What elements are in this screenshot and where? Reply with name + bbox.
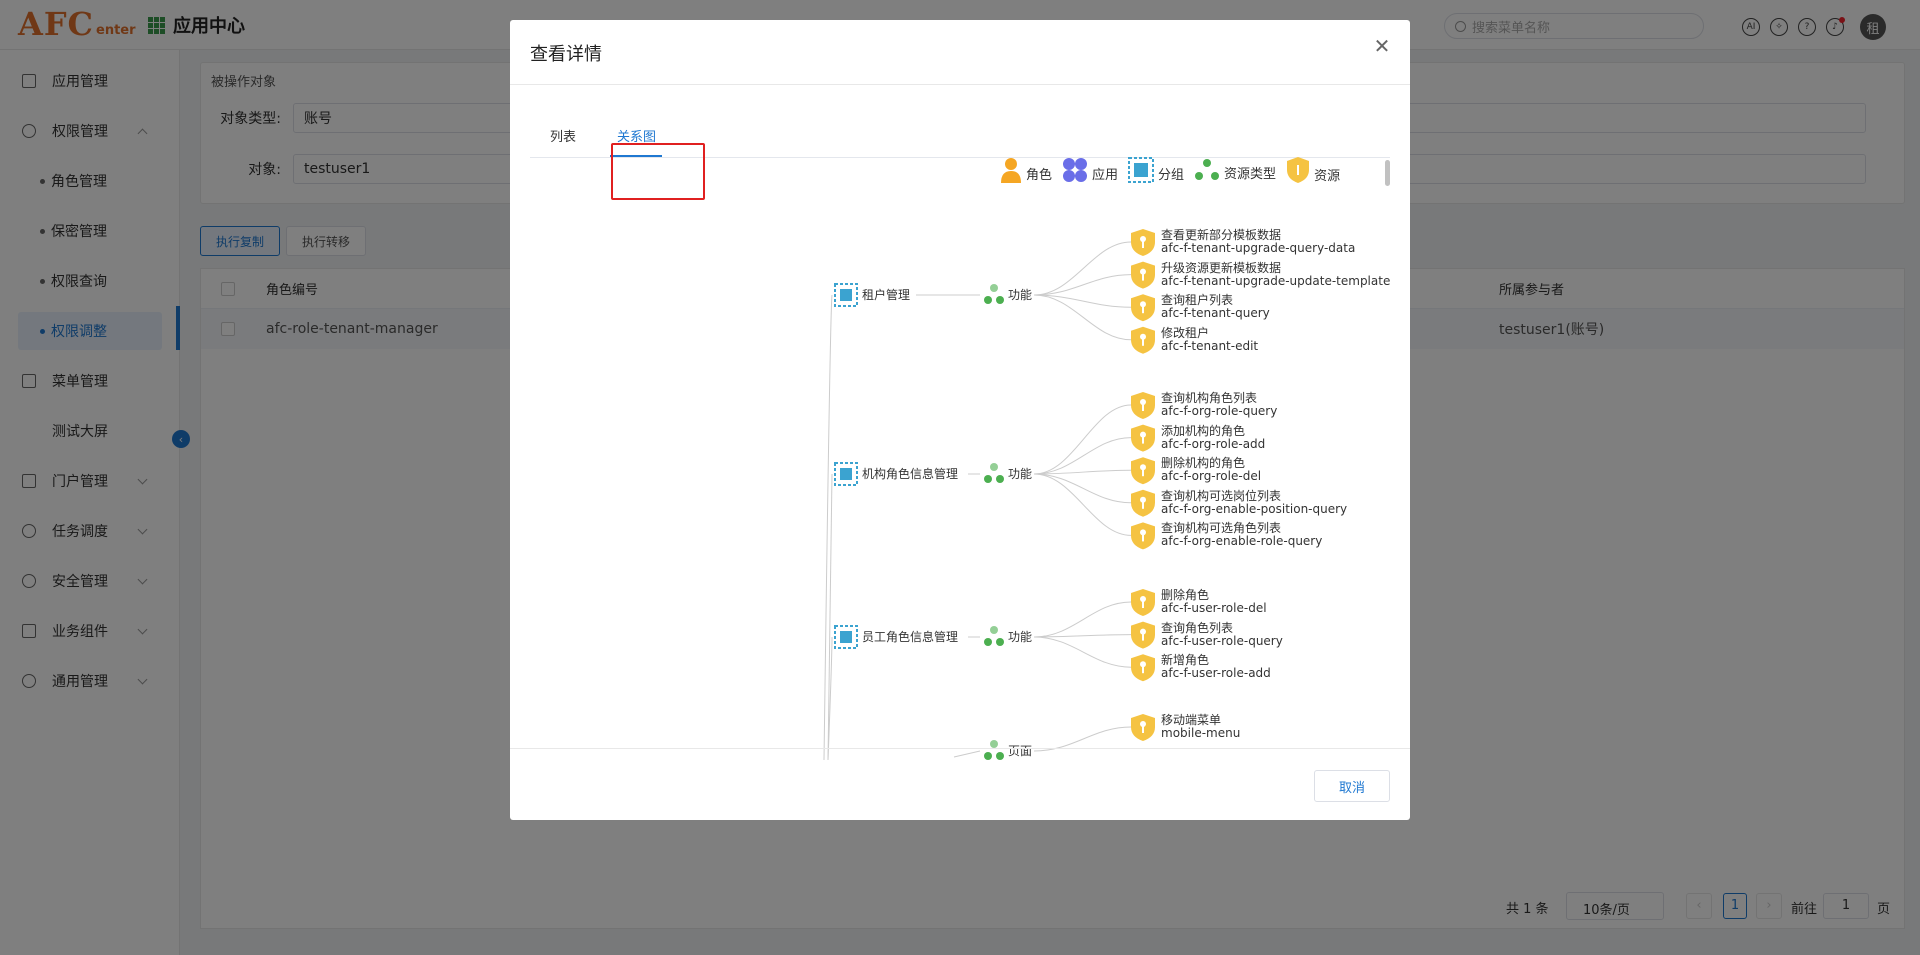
- cancel-button[interactable]: 取消: [1314, 770, 1390, 802]
- resource-node-icon[interactable]: [1131, 457, 1155, 485]
- resource-node-label[interactable]: 查看更新部分模板数据 afc-f-tenant-upgrade-query-dat…: [1161, 229, 1355, 255]
- resource-type-node-icon[interactable]: [984, 463, 1004, 483]
- resource-type-node-icon[interactable]: [984, 284, 1004, 304]
- resource-node-label[interactable]: 查询机构可选岗位列表 afc-f-org-enable-position-quer…: [1161, 488, 1348, 516]
- resource-code: afc-f-org-role-del: [1161, 469, 1262, 484]
- dialog-footer-divider: [510, 748, 1410, 749]
- resource-name: 修改租户: [1161, 325, 1210, 340]
- resource-type-icon: [1195, 159, 1220, 180]
- resource-code: mobile-menu: [1161, 726, 1241, 740]
- resource-node-label[interactable]: 删除机构的角色 afc-f-org-role-del: [1161, 457, 1261, 483]
- resource-type-node-label[interactable]: 功能: [1008, 468, 1032, 480]
- resource-code: afc-f-org-enable-position-query: [1161, 501, 1348, 516]
- resource-node-label[interactable]: 查询租户列表 afc-f-tenant-query: [1161, 294, 1270, 320]
- resource-node-label[interactable]: 查询机构可选角色列表 afc-f-org-enable-role-query: [1161, 522, 1322, 548]
- legend-resource: 资源: [1286, 156, 1340, 184]
- resource-name: 升级资源更新模板数据: [1161, 260, 1282, 275]
- dialog-title: 查看详情: [530, 44, 602, 65]
- resource-code: afc-f-tenant-edit: [1161, 338, 1259, 353]
- resource-node-icon[interactable]: [1131, 621, 1155, 649]
- resource-node-icon[interactable]: [1131, 522, 1155, 550]
- relationship-graph: 租户管理 功能 查看更新部分模板数据 afc-f-tenant-upgrade-que…: [510, 210, 1410, 760]
- resource-code: afc-f-tenant-upgrade-query-data: [1161, 241, 1356, 255]
- resource-node-icon[interactable]: [1131, 392, 1155, 419]
- resource-code: afc-f-org-enable-role-query: [1161, 534, 1323, 549]
- resource-node-label[interactable]: 修改租户 afc-f-tenant-edit: [1161, 325, 1259, 353]
- resource-code: afc-f-org-role-add: [1161, 436, 1266, 451]
- resource-type-node-icon[interactable]: [984, 626, 1004, 646]
- tab-list[interactable]: 列表: [550, 126, 576, 145]
- resource-node-label[interactable]: 查询机构角色列表 afc-f-org-role-query: [1161, 392, 1277, 418]
- resource-node-label[interactable]: 删除角色 afc-f-user-role-del: [1161, 589, 1267, 615]
- group-node-label[interactable]: 租户管理: [862, 289, 910, 301]
- resource-node-icon[interactable]: [1131, 261, 1155, 289]
- resource-shield-icon: [1287, 157, 1310, 183]
- legend-resource-type-label: 资源类型: [1224, 167, 1277, 182]
- resource-type-node-label[interactable]: 功能: [1008, 289, 1032, 301]
- resource-code: afc-f-user-role-query: [1161, 633, 1283, 648]
- group-icon: [1128, 157, 1155, 183]
- resource-type-node-label[interactable]: 功能: [1008, 631, 1032, 643]
- resource-code: afc-f-user-role-add: [1161, 666, 1271, 681]
- legend-resource-type: 资源类型: [1194, 158, 1276, 182]
- type-resource-edge: [1033, 473, 1132, 504]
- legend-app: 应用: [1062, 157, 1118, 183]
- legend-role: 角色: [1000, 157, 1052, 183]
- group-node-label[interactable]: 员工角色信息管理: [862, 631, 958, 643]
- graph-legend: 角色 应用 分组 资源类型 资源: [1000, 156, 1340, 184]
- resource-node-icon[interactable]: [1131, 589, 1155, 616]
- graph-scrollbar[interactable]: [1385, 160, 1390, 186]
- resource-type-node-icon[interactable]: [984, 740, 1004, 760]
- app-icon: [1063, 158, 1088, 182]
- resource-node-label[interactable]: 移动端菜单 mobile-menu: [1161, 714, 1240, 740]
- role-icon: [1001, 158, 1021, 183]
- detail-tabs: 列表 关系图: [530, 82, 1390, 200]
- type-resource-edge: [1033, 636, 1132, 668]
- resource-code: afc-f-tenant-query: [1161, 306, 1270, 321]
- highlight-box: [611, 143, 705, 200]
- group-node-icon[interactable]: [834, 625, 858, 649]
- group-type-edge: [953, 750, 981, 758]
- resource-node-icon[interactable]: [1131, 229, 1155, 256]
- resource-name: 查询机构可选岗位列表: [1161, 488, 1282, 503]
- legend-app-label: 应用: [1092, 168, 1119, 183]
- resource-code: afc-f-org-role-query: [1161, 404, 1278, 418]
- group-node-icon[interactable]: [834, 462, 858, 486]
- type-resource-edge: [1033, 437, 1132, 475]
- type-resource-edge: [1033, 241, 1132, 296]
- resource-node-label[interactable]: 升级资源更新模板数据 afc-f-tenant-upgrade-update-te…: [1161, 260, 1391, 288]
- resource-node-label[interactable]: 添加机构的角色 afc-f-org-role-add: [1161, 423, 1266, 451]
- resource-node-icon[interactable]: [1131, 654, 1155, 682]
- group-node-label[interactable]: 机构角色信息管理: [862, 468, 958, 480]
- resource-name: 查询角色列表: [1161, 620, 1234, 635]
- resource-code: afc-f-tenant-upgrade-update-template: [1161, 273, 1391, 288]
- detail-dialog: 查看详情 ✕ 列表 关系图 角色 应用 分组 资源类型 资源 租户管理 功能 查…: [510, 20, 1410, 820]
- resource-node-icon[interactable]: [1131, 489, 1155, 517]
- type-resource-edge: [1033, 473, 1132, 536]
- graph-edges: [823, 229, 1155, 760]
- resource-node-icon[interactable]: [1131, 424, 1155, 452]
- resource-code: afc-f-user-role-del: [1161, 601, 1267, 615]
- group-node-icon[interactable]: [834, 283, 858, 307]
- legend-role-label: 角色: [1026, 168, 1053, 183]
- resource-node-label[interactable]: 查询角色列表 afc-f-user-role-query: [1161, 620, 1283, 648]
- type-resource-edge: [1033, 274, 1132, 296]
- resource-node-label[interactable]: 新增角色 afc-f-user-role-add: [1161, 654, 1271, 680]
- resource-node-icon[interactable]: [1131, 294, 1155, 322]
- close-icon[interactable]: ✕: [1372, 36, 1392, 56]
- legend-group: 分组: [1128, 157, 1184, 183]
- legend-resource-label: 资源: [1314, 169, 1341, 184]
- type-resource-edge: [1033, 294, 1132, 341]
- resource-type-node-label[interactable]: 页面: [1008, 745, 1032, 757]
- resource-node-icon[interactable]: [1131, 326, 1155, 354]
- resource-name: 添加机构的角色: [1161, 423, 1246, 438]
- type-resource-edge: [1033, 601, 1132, 638]
- resource-node-icon[interactable]: [1131, 714, 1155, 741]
- legend-group-label: 分组: [1158, 168, 1185, 183]
